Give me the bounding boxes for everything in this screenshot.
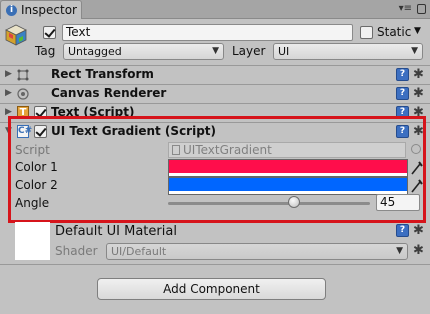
foldout-arrow-icon[interactable]: ▶: [5, 88, 12, 98]
gear-icon[interactable]: ✱: [413, 224, 424, 237]
chevron-down-icon: ▼: [212, 46, 219, 56]
tag-label: Tag: [35, 44, 56, 58]
material-name: Default UI Material: [55, 224, 177, 239]
shader-label: Shader: [55, 244, 98, 258]
tab-title: Inspector: [21, 3, 77, 17]
layer-value: UI: [278, 45, 290, 58]
tab-menu-icon[interactable]: ▾≡: [399, 3, 412, 14]
lock-icon[interactable]: [417, 4, 426, 14]
static-checkbox[interactable]: [360, 26, 373, 39]
component-title: Rect Transform: [51, 67, 154, 81]
highlight-annotation: [8, 116, 426, 223]
static-label: Static: [377, 25, 412, 39]
gear-icon[interactable]: ✱: [413, 244, 424, 257]
gear-icon[interactable]: ✱: [413, 87, 424, 100]
chevron-down-icon: ▼: [411, 46, 418, 56]
object-name-input[interactable]: Text: [62, 24, 353, 41]
tag-value: Untagged: [68, 45, 122, 58]
material-preview: [15, 222, 50, 260]
rect-transform-icon: [17, 69, 29, 81]
component-title: Canvas Renderer: [51, 86, 167, 100]
layer-dropdown[interactable]: UI ▼: [273, 43, 423, 60]
shader-dropdown[interactable]: UI/Default ▼: [106, 243, 408, 260]
help-icon[interactable]: ?: [396, 68, 409, 81]
tab-bar: i Inspector ▾≡: [0, 0, 430, 19]
divider: [0, 264, 430, 265]
info-icon: i: [6, 4, 17, 16]
gear-icon[interactable]: ✱: [413, 68, 424, 81]
chevron-down-icon: ▼: [396, 246, 403, 256]
tag-dropdown[interactable]: Untagged ▼: [63, 43, 224, 60]
tab-inspector[interactable]: i Inspector: [0, 0, 82, 19]
help-icon[interactable]: ?: [396, 87, 409, 100]
layer-label: Layer: [232, 44, 266, 58]
shader-value: UI/Default: [111, 245, 167, 258]
static-dropdown-arrow-icon[interactable]: ▼: [414, 26, 421, 36]
foldout-arrow-icon[interactable]: ▶: [5, 69, 12, 79]
canvas-renderer-icon: [17, 88, 29, 100]
active-checkbox[interactable]: [43, 26, 56, 39]
component-rect-transform[interactable]: ▶ Rect Transform ? ✱: [0, 65, 430, 84]
gameobject-cube-icon: [5, 24, 27, 46]
help-icon[interactable]: ?: [396, 224, 409, 237]
component-canvas-renderer[interactable]: ▶ Canvas Renderer ? ✱: [0, 84, 430, 103]
add-component-button[interactable]: Add Component: [97, 278, 326, 300]
